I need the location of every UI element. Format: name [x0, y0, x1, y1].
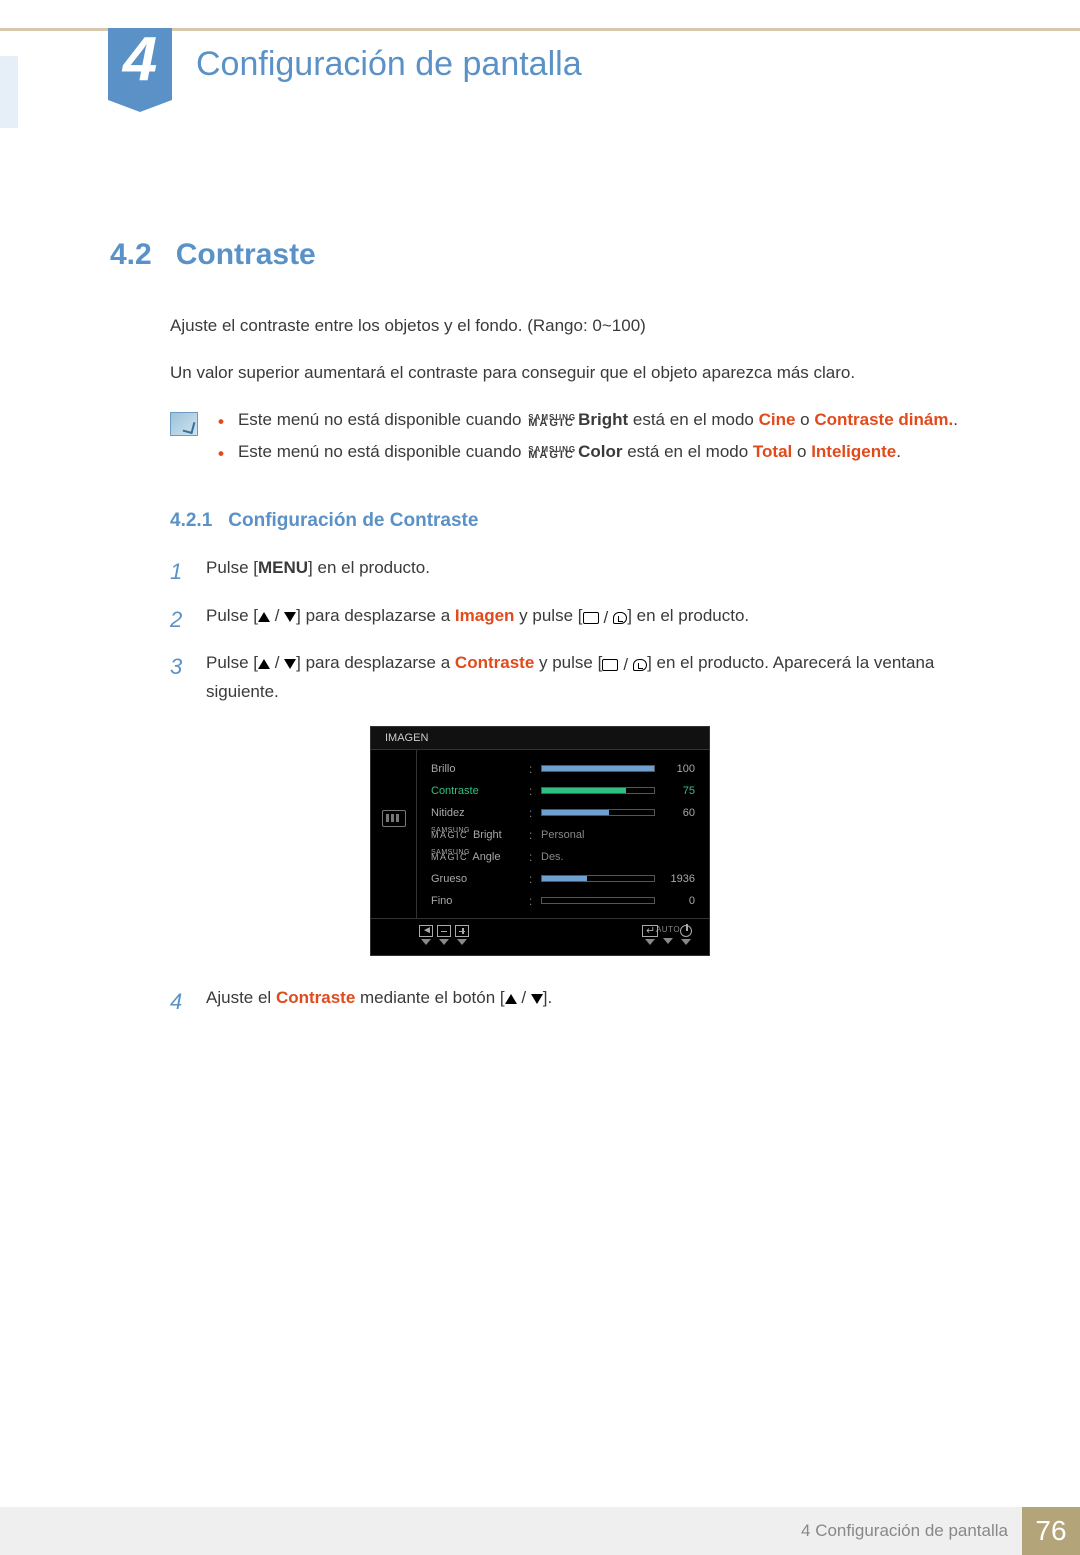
- bullet-icon: •: [218, 444, 224, 464]
- subsection-heading: 4.2.1 Configuración de Contraste: [170, 510, 970, 532]
- enter-icon: /: [583, 604, 628, 631]
- chapter-number-badge: 4: [108, 28, 172, 100]
- up-icon: [258, 612, 270, 622]
- subsection-title: Configuración de Contraste: [228, 510, 478, 532]
- osd-row: Grueso:1936: [431, 868, 695, 890]
- down-icon: [531, 994, 543, 1004]
- note1-dinam: Contraste dinám.: [814, 410, 953, 429]
- step3-contraste: Contraste: [455, 653, 534, 672]
- step2-imagen: Imagen: [455, 606, 515, 625]
- down-icon: [284, 612, 296, 622]
- footer-chapter-label: 4 Configuración de pantalla: [801, 1521, 1022, 1541]
- step-1: 1 Pulse [MENU] en el producto.: [170, 554, 970, 589]
- note1-bright: Bright: [578, 410, 628, 429]
- step-list: 1 Pulse [MENU] en el producto. 2 Pulse […: [170, 554, 970, 705]
- note-icon: [170, 412, 198, 436]
- osd-items: Brillo:100Contraste:75Nitidez:60SAMSUNGM…: [417, 750, 709, 918]
- osd-sidebar: [371, 750, 417, 918]
- osd-footer: AUTO: [371, 918, 709, 955]
- up-icon: [258, 659, 270, 669]
- osd-panel: IMAGEN Brillo:100Contraste:75Nitidez:60S…: [370, 726, 710, 956]
- section-number: 4.2: [110, 238, 152, 272]
- osd-row: Fino:0: [431, 890, 695, 912]
- osd-row: Nitidez:60: [431, 802, 695, 824]
- page-footer: 4 Configuración de pantalla 76: [0, 1507, 1080, 1555]
- note-item-2: • Este menú no está disponible cuando SA…: [218, 442, 958, 464]
- osd-row: Contraste:75: [431, 780, 695, 802]
- menu-button-label: MENU: [258, 558, 308, 577]
- step-2: 2 Pulse [ / ] para desplazarse a Imagen …: [170, 602, 970, 637]
- down-icon: [284, 659, 296, 669]
- page-number: 76: [1022, 1507, 1080, 1555]
- step-4: 4 Ajuste el Contraste mediante el botón …: [170, 984, 970, 1019]
- page: 4 Configuración de pantalla 4.2 Contrast…: [0, 28, 1080, 1555]
- up-icon: [505, 994, 517, 1004]
- osd-row: SAMSUNGMAGIC Angle:Des.: [431, 846, 695, 868]
- note-list: • Este menú no está disponible cuando SA…: [218, 410, 958, 474]
- chapter-title: Configuración de pantalla: [196, 45, 582, 84]
- step4-contraste: Contraste: [276, 988, 355, 1007]
- note1-pre: Este menú no está disponible cuando: [238, 410, 526, 429]
- step-list-2: 4 Ajuste el Contraste mediante el botón …: [170, 984, 970, 1019]
- minus-icon: [437, 925, 451, 937]
- picture-mode-icon: [382, 810, 406, 827]
- enter-icon: /: [602, 651, 647, 678]
- osd-title: IMAGEN: [371, 727, 709, 750]
- note-item-1: • Este menú no está disponible cuando SA…: [218, 410, 958, 432]
- osd-row: SAMSUNGMAGIC Bright:Personal: [431, 824, 695, 846]
- chapter-header: 4 Configuración de pantalla: [0, 28, 1080, 128]
- bullet-icon: •: [218, 412, 224, 432]
- osd-row: Brillo:100: [431, 758, 695, 780]
- power-icon: [680, 925, 692, 937]
- note2-intel: Inteligente: [811, 442, 896, 461]
- plus-icon: [455, 925, 469, 937]
- section-title: Contraste: [176, 238, 316, 272]
- section-heading: 4.2 Contraste: [110, 238, 970, 272]
- samsung-magic-label: SAMSUNGMAGIC: [528, 416, 576, 426]
- note2-total: Total: [753, 442, 792, 461]
- samsung-magic-label: SAMSUNGMAGIC: [528, 448, 576, 458]
- note2-color: Color: [578, 442, 622, 461]
- note1-cine: Cine: [759, 410, 796, 429]
- note-block: • Este menú no está disponible cuando SA…: [170, 410, 970, 474]
- intro-paragraph-2: Un valor superior aumentará el contraste…: [170, 359, 970, 386]
- step-3: 3 Pulse [ / ] para desplazarse a Contras…: [170, 649, 970, 706]
- content-area: 4.2 Contraste Ajuste el contraste entre …: [0, 128, 1080, 1151]
- back-icon: [419, 925, 433, 937]
- intro-paragraph-1: Ajuste el contraste entre los objetos y …: [170, 312, 970, 339]
- enter-icon: [642, 925, 658, 937]
- subsection-number: 4.2.1: [170, 510, 212, 532]
